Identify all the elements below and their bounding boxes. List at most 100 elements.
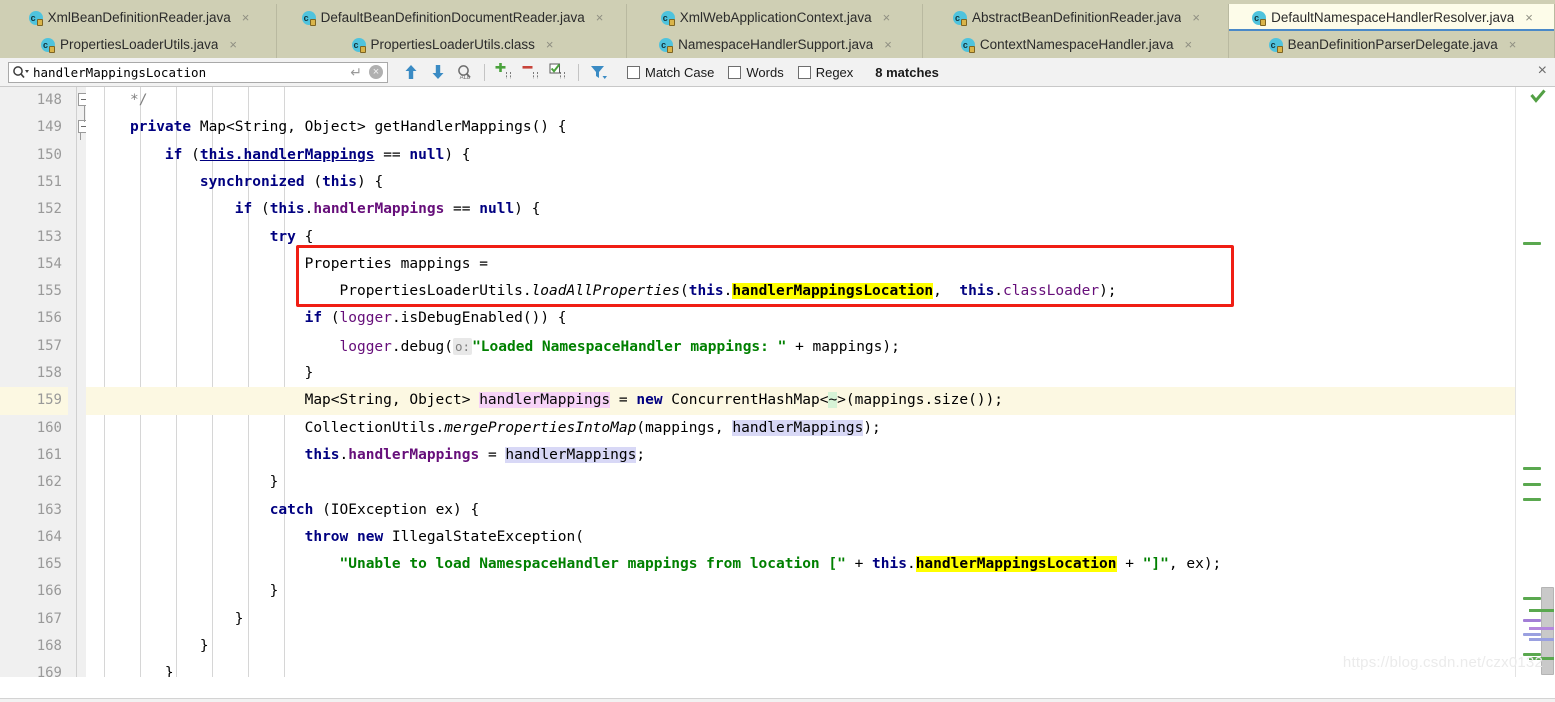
java-class-icon: c — [960, 37, 975, 53]
editor-tab-label: XmlBeanDefinitionReader.java — [47, 10, 231, 25]
stripe-marker[interactable] — [1523, 619, 1541, 622]
code-line-156[interactable]: if (logger.isDebugEnabled()) { — [86, 305, 1515, 332]
line-number: 166 — [36, 583, 62, 600]
code-line-167[interactable]: } — [86, 606, 1515, 633]
code-line-149[interactable]: private Map<String, Object> getHandlerMa… — [86, 114, 1515, 141]
enter-return-icon: ↵ — [350, 63, 362, 80]
editor-tab-close-icon[interactable]: × — [546, 38, 554, 51]
find-option-words[interactable]: Words — [728, 65, 784, 80]
editor-tab-label: PropertiesLoaderUtils.class — [370, 37, 535, 52]
editor-tab-close-icon[interactable]: × — [1185, 38, 1193, 51]
stripe-marker[interactable] — [1523, 467, 1541, 470]
editor-tab-label: ContextNamespaceHandler.java — [979, 37, 1174, 52]
line-number: 154 — [36, 255, 62, 272]
filter-button[interactable] — [586, 61, 611, 84]
search-input-wrapper[interactable]: handlerMappingsLocation ↵ × — [8, 61, 388, 83]
code-line-165[interactable]: "Unable to load NamespaceHandler mapping… — [86, 551, 1515, 578]
find-option-match-case[interactable]: Match Case — [627, 65, 714, 80]
code-line-164[interactable]: throw new IllegalStateException( — [86, 524, 1515, 551]
code-line-158[interactable]: } — [86, 360, 1515, 387]
find-option-regex[interactable]: Regex — [797, 64, 854, 80]
stripe-marker[interactable] — [1523, 498, 1541, 501]
code-line-155[interactable]: PropertiesLoaderUtils.loadAllProperties(… — [86, 278, 1515, 305]
code-line-168[interactable]: } — [86, 633, 1515, 660]
match-count-label: 8 matches — [875, 64, 939, 80]
svg-text:ALL: ALL — [459, 75, 470, 80]
editor-tab-label: DefaultBeanDefinitionDocumentReader.java — [320, 10, 585, 25]
code-line-161[interactable]: this.handlerMappings = handlerMappings; — [86, 442, 1515, 469]
stripe-marker[interactable] — [1523, 597, 1541, 600]
editor-tab-close-icon[interactable]: × — [1509, 38, 1517, 51]
search-input[interactable]: handlerMappingsLocation — [29, 65, 350, 80]
code-line-163[interactable]: catch (IOException ex) { — [86, 497, 1515, 524]
stripe-marker-overlay-1 — [1529, 609, 1554, 612]
add-occurrence-button[interactable] — [492, 61, 517, 84]
toolbar-separator-2 — [578, 63, 579, 81]
stripe-marker[interactable] — [1523, 242, 1541, 245]
clear-search-icon[interactable]: × — [369, 65, 383, 79]
find-previous-button[interactable] — [398, 61, 423, 84]
java-class-icon: c — [953, 10, 967, 26]
java-class-icon: c — [1252, 10, 1267, 26]
java-class-icon: c — [1268, 37, 1283, 53]
code-line-150[interactable]: if (this.handlerMappings == null) { — [86, 142, 1515, 169]
watermark-text: https://blog.csdn.net/czx0132 — [1342, 654, 1543, 671]
editor-tab-close-icon[interactable]: × — [884, 38, 892, 51]
code-line-166[interactable]: } — [86, 578, 1515, 605]
editor-tab-1-2[interactable]: c XmlWebApplicationContext.java × — [627, 4, 923, 31]
editor-tab-1-4[interactable]: c DefaultNamespaceHandlerResolver.java × — [1229, 4, 1555, 31]
editor-tab-2-0[interactable]: c PropertiesLoaderUtils.java × — [0, 31, 277, 58]
code-editor[interactable]: */private Map<String, Object> getHandler… — [0, 87, 1555, 677]
line-number: 161 — [36, 446, 62, 463]
find-all-button[interactable]: ALL — [452, 61, 477, 84]
line-number: 149 — [36, 119, 62, 136]
editor-tab-close-icon[interactable]: × — [242, 11, 250, 24]
code-line-148[interactable]: */ — [86, 87, 1515, 114]
find-option-label: Regex — [815, 64, 854, 80]
code-line-159[interactable]: Map<String, Object> handlerMappings = ne… — [86, 387, 1515, 414]
close-find-bar-button[interactable]: × — [1538, 63, 1547, 79]
error-stripe-marker-gutter[interactable] — [1515, 87, 1555, 677]
code-line-152[interactable]: if (this.handlerMappings == null) { — [86, 196, 1515, 223]
find-next-button[interactable] — [425, 61, 450, 84]
remove-occurrence-button[interactable] — [519, 61, 544, 84]
line-numbers-list: 148 149 150 151 152 153 154 155 156 157 158 159 160 1… — [0, 87, 68, 677]
code-line-157[interactable]: logger.debug(o: "Loaded NamespaceHandler … — [86, 333, 1515, 360]
editor-tab-1-1[interactable]: c DefaultBeanDefinitionDocumentReader.jav… — [277, 4, 627, 31]
editor-tab-1-0[interactable]: c XmlBeanDefinitionReader.java × — [0, 4, 277, 31]
code-line-160[interactable]: CollectionUtils.mergePropertiesIntoMap(m… — [86, 415, 1515, 442]
editor-tab-row-2: c PropertiesLoaderUtils.java × c PropertiesL… — [0, 31, 1555, 58]
editor-tab-close-icon[interactable]: × — [1525, 11, 1533, 24]
editor-tab-row-1: c XmlBeanDefinitionReader.java × c DefaultBe… — [0, 4, 1555, 31]
editor-tab-2-2[interactable]: c NamespaceHandlerSupport.java × — [627, 31, 923, 58]
select-all-occurrences-button[interactable] — [546, 61, 571, 84]
editor-tab-close-icon[interactable]: × — [1192, 11, 1200, 24]
line-number: 157 — [36, 337, 62, 354]
stripe-marker[interactable] — [1523, 633, 1541, 636]
editor-tab-label: NamespaceHandlerSupport.java — [678, 37, 874, 52]
java-class-icon: c — [660, 10, 675, 26]
code-text-area[interactable]: */private Map<String, Object> getHandler… — [86, 87, 1515, 677]
search-icon[interactable] — [12, 65, 29, 80]
checkbox-icon[interactable] — [627, 65, 640, 79]
line-number: 151 — [36, 173, 62, 190]
editor-tab-close-icon[interactable]: × — [229, 38, 237, 51]
stripe-marker[interactable] — [1523, 483, 1541, 486]
line-number: 164 — [36, 528, 62, 545]
code-line-151[interactable]: synchronized (this) { — [86, 169, 1515, 196]
editor-tab-close-icon[interactable]: × — [883, 11, 891, 24]
editor-tab-1-3[interactable]: c AbstractBeanDefinitionReader.java × — [923, 4, 1229, 31]
editor-tab-label: DefaultNamespaceHandlerResolver.java — [1271, 10, 1515, 25]
code-line-169[interactable]: } — [86, 660, 1515, 677]
editor-tab-2-4[interactable]: c BeanDefinitionParserDelegate.java × — [1229, 31, 1555, 58]
code-line-162[interactable]: } — [86, 469, 1515, 496]
checkbox-icon[interactable] — [797, 65, 811, 79]
code-folding-gutter[interactable] — [68, 87, 86, 677]
editor-tab-2-1[interactable]: c PropertiesLoaderUtils.class × — [277, 31, 627, 58]
editor-tab-label: BeanDefinitionParserDelegate.java — [1287, 37, 1498, 52]
code-line-153[interactable]: try { — [86, 224, 1515, 251]
code-line-154[interactable]: Properties mappings = — [86, 251, 1515, 278]
editor-tab-2-3[interactable]: c ContextNamespaceHandler.java × — [923, 31, 1229, 58]
editor-tab-close-icon[interactable]: × — [596, 11, 604, 24]
checkbox-icon[interactable] — [728, 65, 742, 79]
